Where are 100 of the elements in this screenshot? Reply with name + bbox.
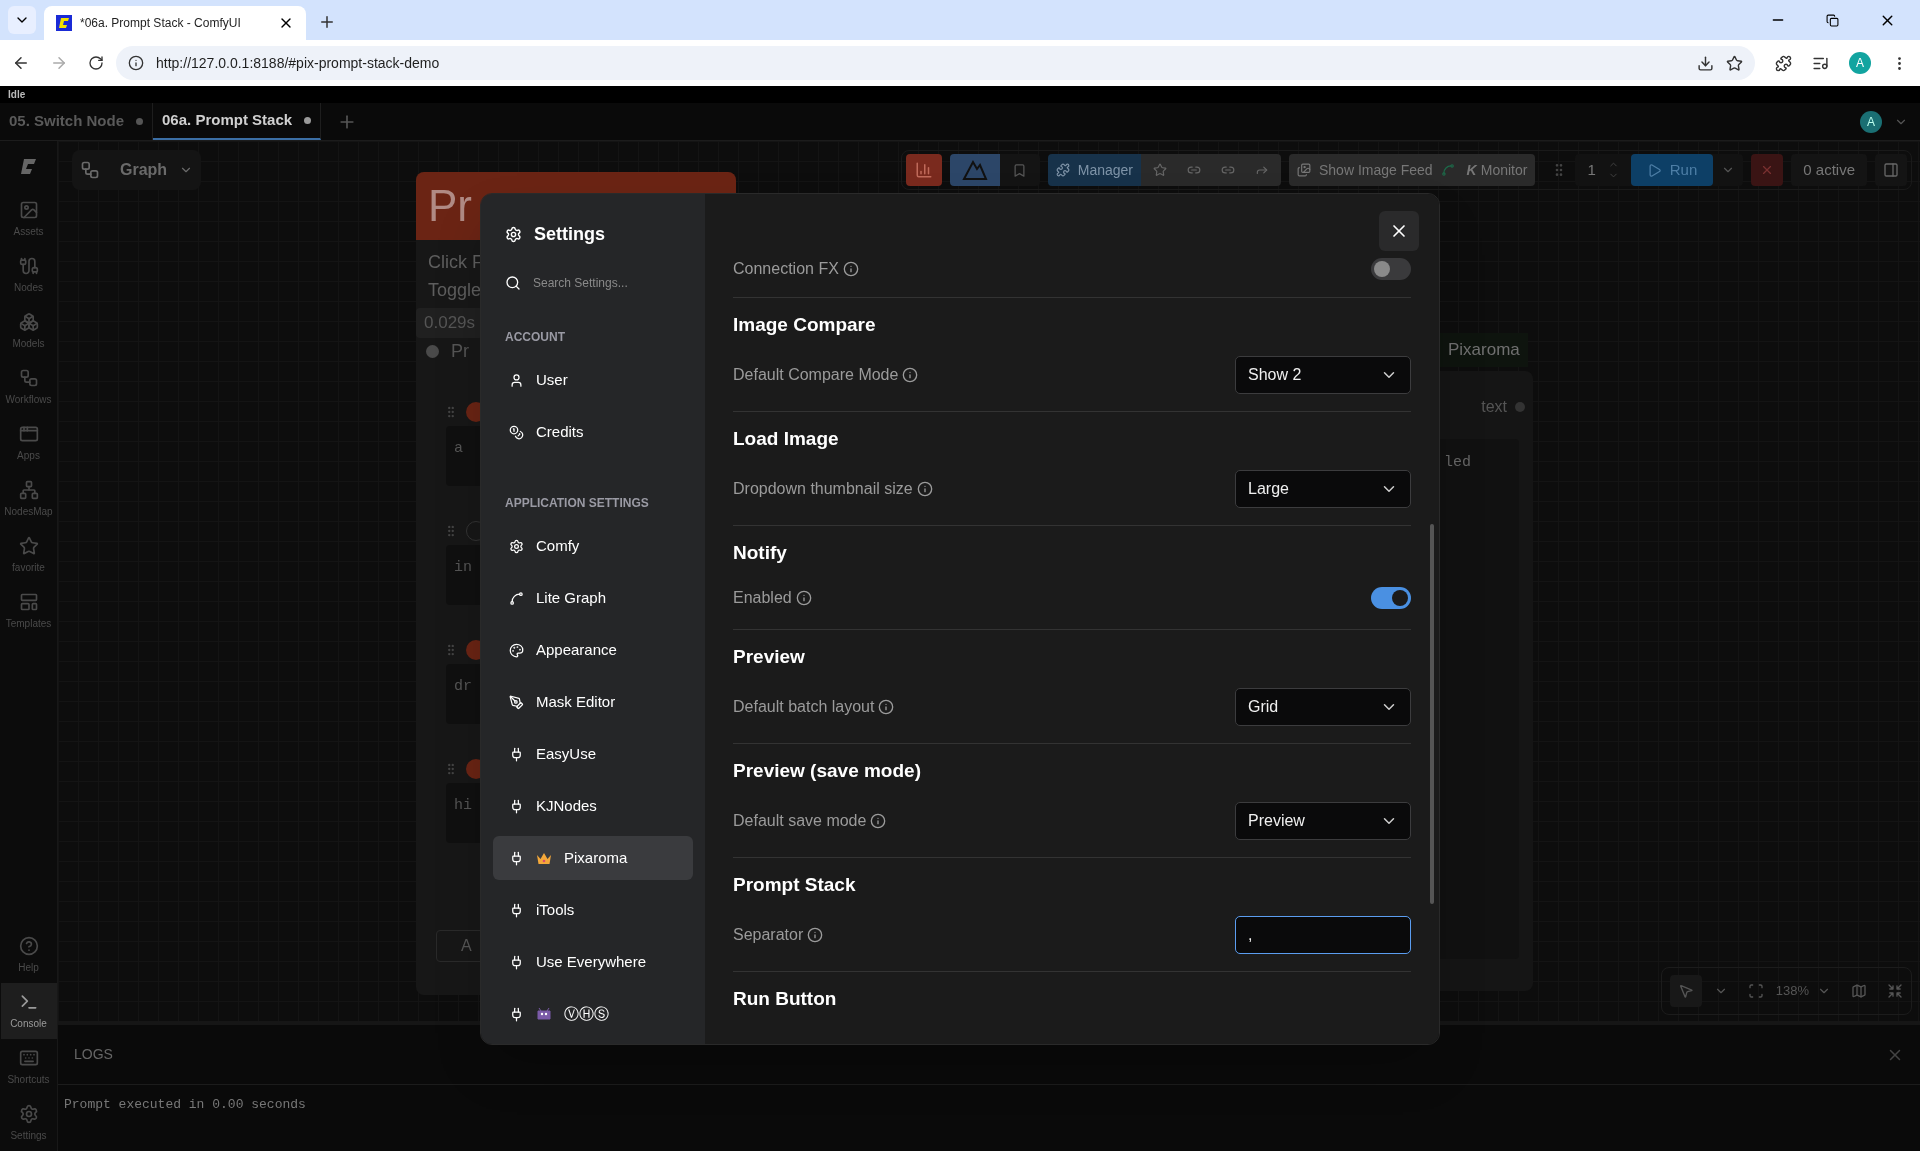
toggle-switch[interactable] [1371, 258, 1411, 280]
plug-icon [509, 902, 524, 918]
url-text: http://127.0.0.1:8188/#pix-prompt-stack-demo [156, 53, 440, 73]
settings-nav-item[interactable]: Credits [493, 410, 693, 454]
info-icon[interactable] [842, 261, 859, 277]
node-title: Pr [428, 180, 472, 232]
section-title: Preview (save mode) [733, 758, 922, 783]
panel-icon [1883, 162, 1899, 178]
dropdown-select[interactable]: Large [1235, 470, 1411, 508]
info-icon[interactable] [916, 481, 933, 497]
plug-icon [509, 1006, 524, 1022]
creature-icon [536, 1007, 552, 1021]
graph-menu-button[interactable]: Graph [72, 150, 202, 190]
bar-chart-icon [914, 161, 933, 179]
forward-icon[interactable] [50, 54, 68, 72]
reload-icon[interactable] [88, 55, 104, 71]
new-tab-icon[interactable] [318, 13, 336, 31]
select-tool-button[interactable] [1669, 975, 1702, 1007]
settings-nav-item[interactable]: Lite Graph [493, 576, 693, 620]
monitor-button[interactable]: K Monitor [1466, 159, 1528, 181]
pen-icon [509, 694, 524, 710]
site-info-icon[interactable] [128, 55, 144, 71]
settings-nav-item[interactable]: Mask Editor [493, 680, 693, 724]
settings-icon [18, 1103, 39, 1124]
settings-nav-item[interactable]: KJNodes [493, 784, 693, 828]
panel-toggle-button[interactable] [1875, 154, 1907, 186]
settings-nav-item[interactable]: Pixaroma [493, 836, 693, 880]
browser-tab[interactable]: *06a. Prompt Stack - ComfyUI [44, 6, 306, 40]
stats-button[interactable] [905, 154, 942, 186]
tab-list-button[interactable] [8, 6, 36, 34]
curve-icon [509, 590, 524, 606]
bookmark-icon [1012, 162, 1028, 178]
settings-nav-item[interactable]: Comfy [493, 524, 693, 568]
fit-view-icon[interactable] [1747, 983, 1764, 999]
help-icon [18, 935, 39, 956]
output-label: text [1481, 397, 1507, 417]
extensions-icon[interactable] [1775, 54, 1792, 72]
template-icon [18, 591, 39, 612]
gear-icon [509, 538, 524, 554]
back-icon[interactable] [12, 54, 30, 72]
info-icon[interactable] [878, 699, 895, 715]
sidebar-item[interactable]: Console [0, 983, 57, 1039]
node-text: Pr [451, 340, 469, 363]
user-avatar[interactable]: A [1860, 110, 1882, 133]
setting-label: Default save mode [733, 811, 867, 831]
settings-nav-item[interactable]: Appearance [493, 628, 693, 672]
cancel-button[interactable] [1751, 154, 1784, 186]
setting-label: Separator [733, 925, 804, 945]
network-icon [18, 479, 39, 500]
link-icon[interactable] [1187, 163, 1201, 177]
section-title: Image Compare [733, 312, 877, 337]
plug-icon [509, 954, 524, 970]
nav-heading: ACCOUNT [504, 329, 566, 346]
batch-count-field[interactable]: 1 [1575, 158, 1631, 182]
minimap-icon[interactable] [1851, 983, 1867, 999]
restore-icon[interactable] [1826, 14, 1839, 27]
profile-avatar[interactable]: A [1849, 52, 1871, 74]
search-icon [505, 275, 521, 291]
settings-nav-item[interactable]: ⓋⒽⓈ [493, 992, 693, 1036]
settings-nav-item[interactable]: iTools [493, 888, 693, 932]
link-icon[interactable] [1221, 163, 1235, 177]
image-feed-button[interactable]: Show Image Feed [1297, 159, 1455, 181]
text-input[interactable]: , [1235, 916, 1411, 954]
crown-icon [536, 851, 552, 865]
manager-button[interactable]: Manager [1047, 154, 1141, 186]
info-icon[interactable] [870, 813, 887, 829]
plug-icon [509, 850, 524, 866]
nav-heading: APPLICATION SETTINGS [504, 495, 650, 512]
boxes-icon [18, 311, 39, 332]
settings-nav-item[interactable]: User [493, 358, 693, 402]
puzzle-icon [1055, 163, 1070, 177]
info-icon[interactable] [902, 367, 919, 383]
share-icon[interactable] [1255, 163, 1269, 177]
app-logo-icon [56, 15, 72, 31]
setting-label: Dropdown thumbnail size [733, 479, 913, 499]
setting-label: Connection FX [733, 259, 839, 279]
tab-title: *06a. Prompt Stack - ComfyUI [80, 15, 242, 32]
bookmark-button[interactable] [999, 154, 1040, 186]
settings-nav-item[interactable]: EasyUse [493, 732, 693, 776]
star-icon[interactable] [1153, 163, 1167, 177]
dropdown-select[interactable]: Preview [1235, 802, 1411, 840]
info-icon[interactable] [795, 590, 812, 606]
workflow-icon [80, 160, 100, 180]
bookmark-star-icon[interactable] [1726, 54, 1743, 72]
logs-title: LOGS [74, 1045, 113, 1064]
toggle-switch[interactable] [1371, 587, 1411, 609]
search-field[interactable]: Search Settings... [493, 270, 693, 296]
settings-nav-item[interactable]: Use Everywhere [493, 940, 693, 984]
scrollbar[interactable] [1430, 524, 1434, 904]
status-text: Idle [8, 88, 26, 102]
dropdown-select[interactable]: Show 2 [1235, 356, 1411, 394]
logo-button[interactable] [949, 154, 1000, 186]
dropdown-select[interactable]: Grid [1235, 688, 1411, 726]
setting-label: Default batch layout [733, 697, 875, 717]
info-icon[interactable] [807, 927, 824, 943]
install-icon[interactable] [1697, 54, 1714, 72]
plug-icon [18, 255, 39, 276]
close-button[interactable] [1379, 211, 1419, 251]
address-bar[interactable]: http://127.0.0.1:8188/#pix-prompt-stack-demo [116, 46, 1755, 80]
workflow-tab[interactable]: 05. Switch Node [0, 103, 154, 140]
